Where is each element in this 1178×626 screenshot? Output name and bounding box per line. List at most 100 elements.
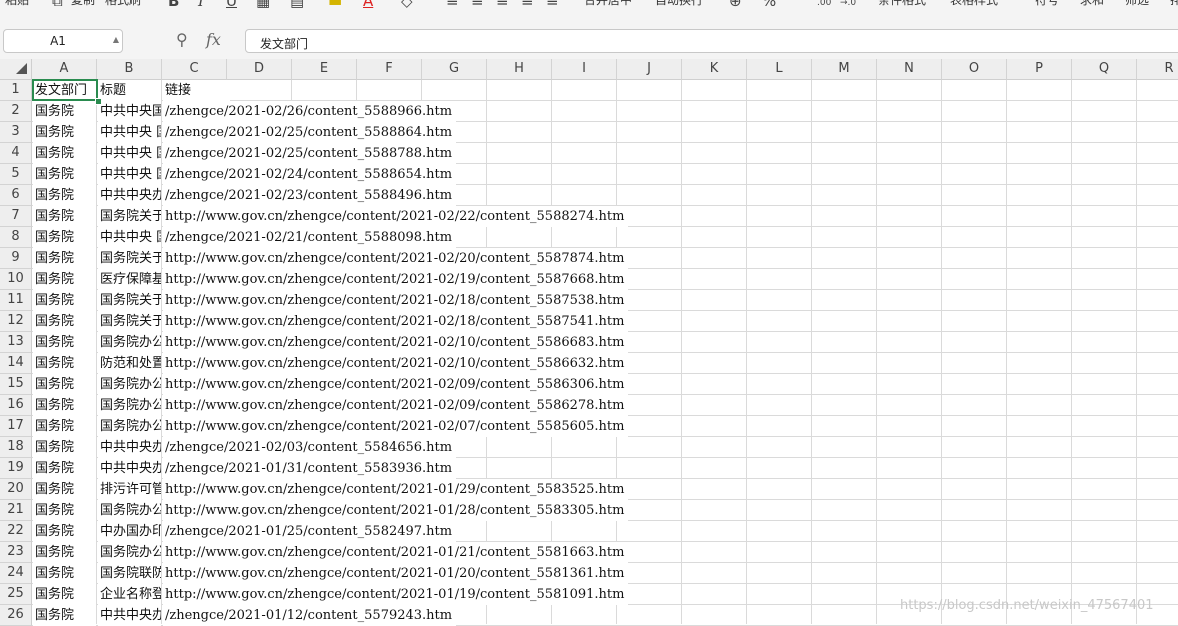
- column-header-b[interactable]: B: [97, 59, 162, 80]
- cell-c3[interactable]: /zhengce/2021-02/25/content_5588864.htm: [163, 122, 456, 143]
- wrap-text-button[interactable]: 自动换行: [655, 0, 703, 8]
- font-color-icon[interactable]: A: [363, 0, 373, 10]
- cell-c20[interactable]: http://www.gov.cn/zhengce/content/2021-0…: [163, 479, 628, 500]
- cell-a13[interactable]: 国务院: [33, 332, 96, 353]
- row-header-20[interactable]: 20: [0, 479, 32, 500]
- cell-a26[interactable]: 国务院: [33, 605, 96, 626]
- italic-button[interactable]: I: [198, 0, 204, 10]
- cell-b10[interactable]: 医疗保障基金: [98, 269, 161, 290]
- fill-handle[interactable]: [95, 98, 102, 105]
- cell-b16[interactable]: 国务院办公厅: [98, 395, 161, 416]
- copy-button[interactable]: 复制: [71, 0, 95, 8]
- cell-a14[interactable]: 国务院: [33, 353, 96, 374]
- column-header-i[interactable]: I: [552, 59, 617, 80]
- row-header-2[interactable]: 2: [0, 101, 32, 122]
- row-header-1[interactable]: 1: [0, 80, 32, 101]
- column-header-l[interactable]: L: [747, 59, 812, 80]
- format-painter-button[interactable]: 格式刷: [105, 0, 141, 8]
- row-header-4[interactable]: 4: [0, 143, 32, 164]
- cell-a16[interactable]: 国务院: [33, 395, 96, 416]
- row-header-10[interactable]: 10: [0, 269, 32, 290]
- row-header-6[interactable]: 6: [0, 185, 32, 206]
- row-header-26[interactable]: 26: [0, 605, 32, 626]
- cell-b11[interactable]: 国务院关于: [98, 290, 161, 311]
- row-header-11[interactable]: 11: [0, 290, 32, 311]
- row-header-3[interactable]: 3: [0, 122, 32, 143]
- row-header-24[interactable]: 24: [0, 563, 32, 584]
- row-header-23[interactable]: 23: [0, 542, 32, 563]
- cell-c6[interactable]: /zhengce/2021-02/23/content_5588496.htm: [163, 185, 456, 206]
- align-right-icon[interactable]: ≡: [496, 0, 509, 10]
- cell-c1[interactable]: 链接: [163, 80, 230, 101]
- thousands-icon[interactable]: ⁰: [790, 0, 794, 5]
- column-header-o[interactable]: O: [942, 59, 1007, 80]
- cell-c2[interactable]: /zhengce/2021-02/26/content_5588966.htm: [163, 101, 456, 122]
- conditional-format-button[interactable]: 条件格式: [878, 0, 926, 8]
- column-header-n[interactable]: N: [877, 59, 942, 80]
- row-header-5[interactable]: 5: [0, 164, 32, 185]
- cell-b9[interactable]: 国务院关于: [98, 248, 161, 269]
- cell-c22[interactable]: /zhengce/2021-01/25/content_5582497.htm: [163, 521, 456, 542]
- cell-c15[interactable]: http://www.gov.cn/zhengce/content/2021-0…: [163, 374, 628, 395]
- cell-a12[interactable]: 国务院: [33, 311, 96, 332]
- cell-a25[interactable]: 国务院: [33, 584, 96, 605]
- column-header-q[interactable]: Q: [1072, 59, 1137, 80]
- cell-b23[interactable]: 国务院办公厅: [98, 542, 161, 563]
- cell-b17[interactable]: 国务院办公厅: [98, 416, 161, 437]
- cell-c14[interactable]: http://www.gov.cn/zhengce/content/2021-0…: [163, 353, 628, 374]
- cell-a18[interactable]: 国务院: [33, 437, 96, 458]
- row-header-22[interactable]: 22: [0, 521, 32, 542]
- merge-center-button[interactable]: 合并居中: [584, 0, 632, 8]
- row-header-9[interactable]: 9: [0, 248, 32, 269]
- column-header-r[interactable]: R: [1137, 59, 1178, 80]
- cell-c24[interactable]: http://www.gov.cn/zhengce/content/2021-0…: [163, 563, 628, 584]
- zoom-search-icon[interactable]: ⚲: [176, 30, 188, 49]
- bold-button[interactable]: B: [168, 0, 179, 10]
- filter-button[interactable]: 筛选: [1125, 0, 1149, 8]
- cell-b14[interactable]: 防范和处置: [98, 353, 161, 374]
- column-header-d[interactable]: D: [227, 59, 292, 80]
- align-left-icon[interactable]: ≡: [446, 0, 459, 10]
- cell-c11[interactable]: http://www.gov.cn/zhengce/content/2021-0…: [163, 290, 628, 311]
- cell-b3[interactable]: 中共中央 国务院: [98, 122, 161, 143]
- column-header-p[interactable]: P: [1007, 59, 1072, 80]
- cell-b15[interactable]: 国务院办公厅: [98, 374, 161, 395]
- cell-b1[interactable]: 标题: [98, 80, 161, 101]
- cell-a8[interactable]: 国务院: [33, 227, 96, 248]
- column-header-j[interactable]: J: [617, 59, 682, 80]
- cell-c18[interactable]: /zhengce/2021-02/03/content_5584656.htm: [163, 437, 456, 458]
- cell-a5[interactable]: 国务院: [33, 164, 96, 185]
- underline-button[interactable]: U: [226, 0, 237, 10]
- cell-c12[interactable]: http://www.gov.cn/zhengce/content/2021-0…: [163, 311, 628, 332]
- table-style-button[interactable]: 表格样式: [950, 0, 998, 8]
- cell-b25[interactable]: 企业名称登记: [98, 584, 161, 605]
- paste-button[interactable]: 粘贴: [5, 0, 29, 8]
- cell-style-icon[interactable]: ▤: [290, 0, 304, 10]
- justify-icon[interactable]: ≡: [521, 0, 534, 10]
- cell-a22[interactable]: 国务院: [33, 521, 96, 542]
- cell-c4[interactable]: /zhengce/2021-02/25/content_5588788.htm: [163, 143, 456, 164]
- column-header-c[interactable]: C: [162, 59, 227, 80]
- cell-a7[interactable]: 国务院: [33, 206, 96, 227]
- column-header-a[interactable]: A: [32, 59, 97, 80]
- cell-b8[interactable]: 中共中央 国务院: [98, 227, 161, 248]
- cell-a11[interactable]: 国务院: [33, 290, 96, 311]
- cell-a20[interactable]: 国务院: [33, 479, 96, 500]
- align-center-icon[interactable]: ≡: [471, 0, 484, 10]
- column-header-g[interactable]: G: [422, 59, 487, 80]
- cell-a9[interactable]: 国务院: [33, 248, 96, 269]
- column-header-m[interactable]: M: [812, 59, 877, 80]
- column-header-h[interactable]: H: [487, 59, 552, 80]
- cell-b2[interactable]: 中共中央国务院: [98, 101, 161, 122]
- decrease-decimal-icon[interactable]: →.0: [840, 0, 856, 8]
- cell-a2[interactable]: 国务院: [33, 101, 96, 122]
- formula-input[interactable]: 发文部门: [245, 29, 1178, 53]
- row-header-12[interactable]: 12: [0, 311, 32, 332]
- cell-c19[interactable]: /zhengce/2021-01/31/content_5583936.htm: [163, 458, 456, 479]
- sort-button[interactable]: 排序: [1170, 0, 1178, 8]
- row-header-16[interactable]: 16: [0, 395, 32, 416]
- row-header-13[interactable]: 13: [0, 332, 32, 353]
- column-header-k[interactable]: K: [682, 59, 747, 80]
- column-header-f[interactable]: F: [357, 59, 422, 80]
- cell-b20[interactable]: 排污许可管理: [98, 479, 161, 500]
